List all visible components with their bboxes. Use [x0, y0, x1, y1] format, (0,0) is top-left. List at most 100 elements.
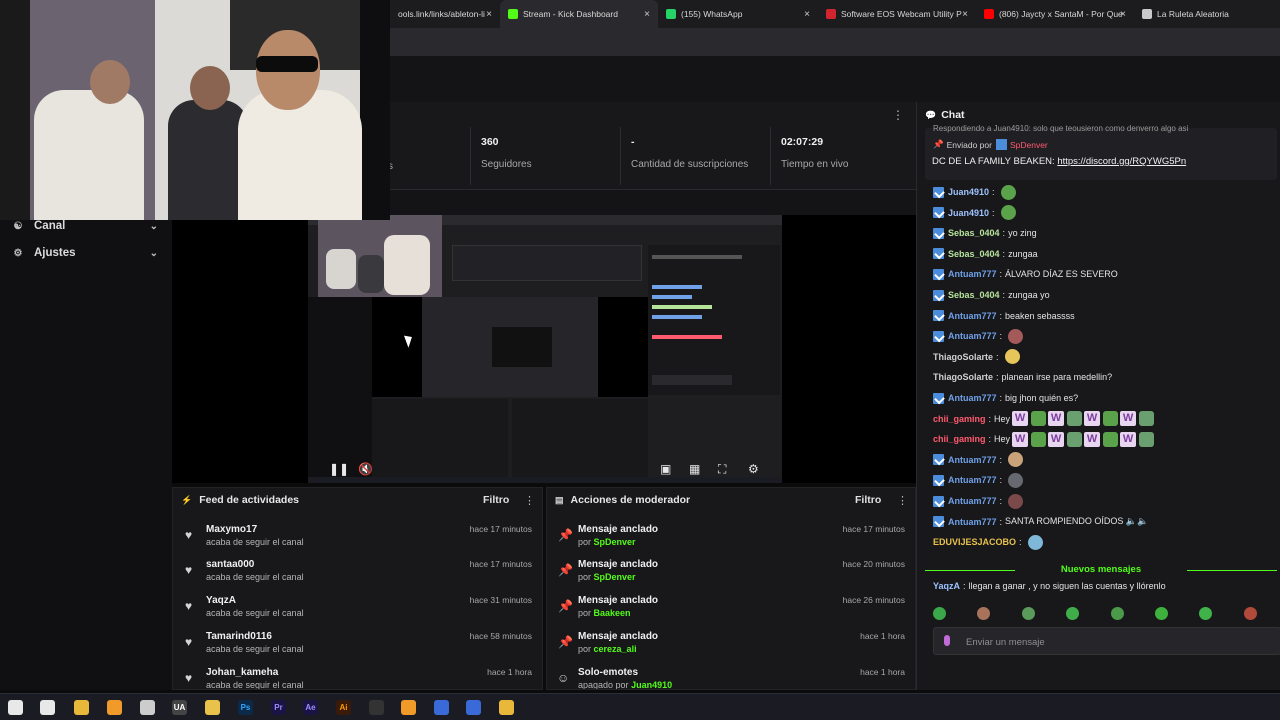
verified-badge-icon — [933, 474, 944, 486]
chat-username[interactable]: Juan4910 — [948, 187, 989, 197]
browser-tab[interactable]: (155) WhatsApp × — [658, 0, 818, 28]
illustrator-icon[interactable]: Ai — [336, 700, 351, 715]
fl-studio-icon[interactable] — [107, 700, 122, 715]
quick-emote-icon[interactable] — [1021, 607, 1035, 620]
close-tab-icon[interactable]: × — [804, 9, 810, 20]
chat-username[interactable]: EDUVIJESJACOBO — [933, 537, 1016, 547]
mod-menu-icon[interactable]: ⋮ — [897, 494, 908, 507]
sidebar-item-ajustes[interactable]: ⚙ Ajustes ⌄ — [12, 243, 162, 263]
quick-emote-icon[interactable] — [1155, 607, 1168, 620]
tab-favicon-icon — [984, 9, 994, 19]
settings-gear-icon[interactable]: ⚙ — [748, 462, 759, 476]
file-explorer-icon[interactable] — [205, 700, 220, 715]
obs-icon[interactable] — [369, 700, 384, 715]
chat-text: beaken sebassss — [1005, 310, 1075, 321]
browser-tab[interactable]: Stream - Kick Dashboard × — [500, 0, 658, 28]
chat-username[interactable]: Juan4910 — [948, 208, 989, 218]
chat-input-box[interactable] — [933, 627, 1280, 655]
chat-emote-icon — [1000, 205, 1016, 221]
chat-username[interactable]: Antuam777 — [948, 455, 997, 465]
feed-row-time: hace 17 minutos — [469, 559, 532, 569]
w-emote-icon: W — [1012, 411, 1029, 427]
pin-icon: 📌 — [933, 139, 944, 149]
chat-username[interactable]: Sebas_0404 — [948, 290, 1000, 300]
chat-username[interactable]: chii_gaming — [933, 414, 986, 424]
close-tab-icon[interactable]: × — [486, 9, 492, 20]
feed-row-name[interactable]: Maxymo17 — [206, 524, 257, 535]
stats-menu-icon[interactable]: ⋮ — [892, 108, 904, 122]
app-blue-icon-2[interactable] — [466, 700, 481, 715]
chat-username[interactable]: Antuam777 — [948, 331, 997, 341]
feed-row-name[interactable]: Tamarind0116 — [206, 631, 272, 642]
chat-message: Sebas_0404: yo zing — [933, 226, 1037, 240]
browser-tab[interactable]: La Ruleta Aleatoria — [1134, 0, 1280, 28]
mod-row-user[interactable]: Baakeen — [594, 608, 631, 618]
close-tab-icon[interactable]: × — [644, 9, 650, 20]
chat-username[interactable]: Antuam777 — [948, 475, 997, 485]
premiere-icon[interactable]: Pr — [271, 700, 286, 715]
stream-preview-player[interactable]: ❚❚ 🔇 ▣ ▦ ⛶ ⚙ — [172, 215, 916, 483]
picture-in-picture-icon[interactable]: ▣ — [660, 462, 671, 476]
chat-username[interactable]: Sebas_0404 — [948, 228, 1000, 238]
chrome-icon-active[interactable] — [499, 700, 514, 715]
feed-row-name[interactable]: santaa000 — [206, 559, 254, 570]
quick-emote-icon[interactable] — [1066, 607, 1080, 620]
chat-username[interactable]: YaqzA — [933, 581, 960, 591]
quick-emote-icon[interactable] — [1243, 607, 1257, 620]
chat-username[interactable]: Antuam777 — [948, 311, 997, 321]
theater-icon[interactable]: ▦ — [689, 462, 700, 476]
pinned-by-user[interactable]: SpDenver — [1010, 140, 1048, 150]
browser-tab[interactable]: (806) Jaycty x SantaM - Por Que × — [976, 0, 1134, 28]
mod-row-user[interactable]: SpDenver — [594, 572, 636, 582]
webcam-utility-icon[interactable] — [140, 700, 155, 715]
mod-row-user[interactable]: SpDenver — [594, 537, 636, 547]
chat-username[interactable]: chii_gaming — [933, 434, 986, 444]
mod-row-action: Mensaje anclado — [578, 595, 659, 606]
windows-start-icon[interactable] — [8, 700, 23, 715]
chat-username[interactable]: ThiagoSolarte — [933, 352, 993, 362]
close-tab-icon[interactable]: × — [1120, 9, 1126, 20]
w-emote-icon: W — [1048, 411, 1065, 427]
feed-header: ⚡ Feed de actividades — [181, 494, 299, 506]
chrome-icon[interactable] — [74, 700, 89, 715]
feed-row-name[interactable]: Johan_kameha — [206, 667, 278, 678]
w-emote-icon: W — [1120, 411, 1137, 427]
verified-badge-icon — [933, 495, 944, 507]
ua-icon[interactable]: UA — [172, 700, 187, 715]
chat-username[interactable]: Sebas_0404 — [948, 249, 1000, 259]
quick-emote-icon[interactable] — [1199, 607, 1213, 620]
feed-filter-button[interactable]: Filtro — [483, 494, 509, 506]
chat-message-input[interactable] — [966, 634, 1266, 650]
mute-icon[interactable]: 🔇 — [358, 462, 373, 476]
chat-username[interactable]: Antuam777 — [948, 269, 997, 279]
microphone-icon[interactable] — [944, 635, 950, 646]
mod-filter-button[interactable]: Filtro — [855, 494, 881, 506]
new-messages-divider[interactable]: Nuevos mensajes — [925, 564, 1277, 575]
chat-username[interactable]: Antuam777 — [948, 393, 997, 403]
app-blue-icon[interactable] — [434, 700, 449, 715]
mod-row-user[interactable]: cereza_ali — [594, 644, 637, 654]
chat-message: chii_gaming: Hey W W W W — [933, 431, 1155, 447]
after-effects-icon[interactable]: Ae — [303, 700, 318, 715]
quick-emote-icon[interactable] — [977, 607, 991, 620]
pause-icon[interactable]: ❚❚ — [329, 462, 349, 476]
task-view-icon[interactable] — [40, 700, 55, 715]
browser-tab[interactable]: Software EOS Webcam Utility P × — [818, 0, 976, 28]
quick-emote-icon[interactable] — [933, 607, 946, 620]
chat-username[interactable]: Antuam777 — [948, 496, 997, 506]
quick-emote-icon[interactable] — [1110, 607, 1124, 620]
mod-by-prefix: por — [578, 644, 592, 654]
pinned-link[interactable]: https://discord.gg/RQYWG5Pn — [1057, 156, 1186, 167]
fullscreen-icon[interactable]: ⛶ — [718, 462, 726, 477]
close-tab-icon[interactable]: × — [962, 9, 968, 20]
chat-username[interactable]: ThiagoSolarte — [933, 372, 993, 382]
verified-badge-icon — [933, 454, 944, 466]
browser-tab[interactable]: ools.link/links/ableton-li × — [390, 0, 500, 28]
feed-menu-icon[interactable]: ⋮ — [524, 494, 535, 507]
fl-studio-icon-2[interactable] — [401, 700, 416, 715]
feed-row-name[interactable]: YaqzA — [206, 595, 236, 606]
photoshop-icon[interactable]: Ps — [238, 700, 253, 715]
chat-username[interactable]: Antuam777 — [948, 517, 997, 527]
mod-row-user[interactable]: Juan4910 — [631, 680, 672, 689]
pinned-message[interactable]: Respondiendo a Juan4910: solo que teousi… — [925, 124, 1277, 180]
